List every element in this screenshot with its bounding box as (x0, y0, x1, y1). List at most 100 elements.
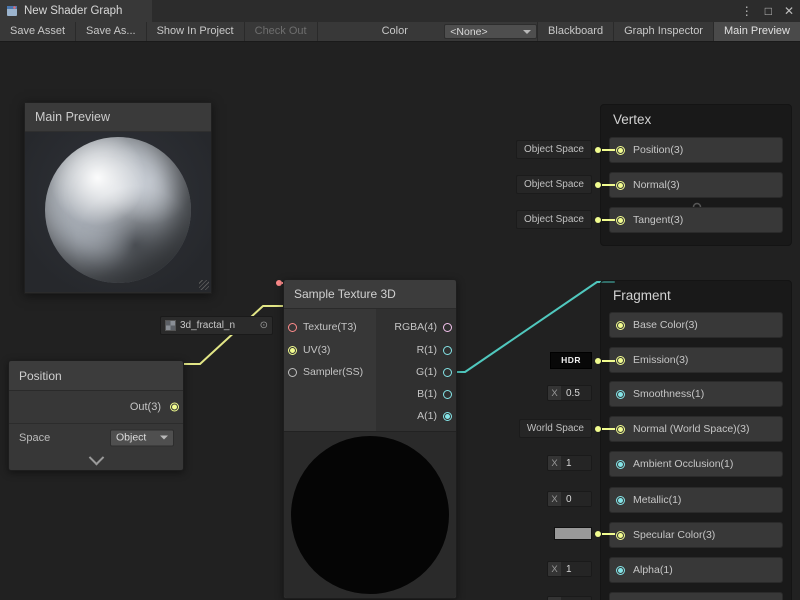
port-alpha[interactable] (616, 566, 625, 575)
vertex-block-normal[interactable]: Normal(3) (609, 172, 783, 198)
port-vertex-tangent[interactable] (616, 216, 625, 225)
port-r-output[interactable] (443, 346, 452, 355)
vertex-context-title: Vertex (613, 112, 651, 127)
port-sampler-input[interactable] (288, 368, 297, 377)
fragment-block-ambient-occlusion[interactable]: Ambient Occlusion(1) (609, 451, 783, 477)
check-out-button[interactable]: Check Out (245, 22, 318, 41)
resize-grip-icon[interactable] (199, 280, 209, 290)
port-position-out[interactable] (170, 403, 179, 412)
fragment-block-metallic[interactable]: Metallic(1) (609, 487, 783, 513)
vertex-block-position[interactable]: Position(3) (609, 137, 783, 163)
alpha-x-field[interactable]: X 1 (547, 561, 592, 577)
port-texture-input[interactable] (288, 323, 297, 332)
port-specular-color[interactable] (616, 531, 625, 540)
show-in-project-button[interactable]: Show In Project (147, 22, 245, 41)
metallic-value[interactable]: 0 (561, 492, 591, 506)
port-b-output[interactable] (443, 390, 452, 399)
ambient-occlusion-label: Ambient Occlusion(1) (633, 458, 733, 470)
sample-texture-3d-node[interactable]: Sample Texture 3D Texture(T3) UV(3) Samp… (283, 279, 457, 599)
save-asset-button[interactable]: Save Asset (0, 22, 76, 41)
fragment-block-normal-ws[interactable]: Normal (World Space)(3) (609, 416, 783, 442)
position-node[interactable]: Position Out(3) Space Object (8, 360, 184, 471)
title-bar: New Shader Graph ⋮ □ ✕ (0, 0, 800, 22)
shader-graph-window: New Shader Graph ⋮ □ ✕ Save Asset Save A… (0, 0, 800, 600)
port-a-output[interactable] (443, 412, 452, 421)
sample-texture-3d-title[interactable]: Sample Texture 3D (284, 280, 456, 309)
texture-object-field[interactable]: 3d_fractal_n ⊙ (160, 316, 273, 335)
port-rgba-output[interactable] (443, 323, 452, 332)
color-mode-dropdown[interactable]: <None> (444, 24, 537, 39)
x-component-label: X (548, 562, 561, 576)
emission-hdr-color-field[interactable]: HDR (550, 352, 592, 369)
fragment-block-base-color[interactable]: Base Color(3) (609, 312, 783, 338)
port-smoothness[interactable] (616, 390, 625, 399)
port-vertex-position[interactable] (616, 146, 625, 155)
fragment-block-specular-color[interactable]: Specular Color(3) (609, 522, 783, 548)
x-component-label: X (548, 492, 561, 506)
position-out-label: Out(3) (130, 401, 161, 413)
a-output-label: A(1) (417, 410, 437, 422)
main-preview-toggle-button[interactable]: Main Preview (713, 22, 800, 41)
save-as-button[interactable]: Save As... (76, 22, 147, 41)
port-g-output[interactable] (443, 368, 452, 377)
smoothness-value[interactable]: 0.5 (561, 386, 591, 400)
graph-canvas[interactable]: Main Preview Position Out(3) Space Objec… (0, 42, 800, 600)
main-preview-panel[interactable]: Main Preview (24, 102, 212, 294)
specular-color-label: Specular Color(3) (633, 529, 715, 541)
wire-position-out-to-uv[interactable] (173, 306, 291, 364)
fragment-block-alpha-clip[interactable]: Alpha Clip Threshold(1) (609, 592, 783, 600)
expand-preview-button[interactable] (9, 451, 183, 470)
window-menu-icon[interactable]: ⋮ (741, 4, 753, 18)
vertex-normal-space-dropdown[interactable]: Object Space (516, 175, 592, 194)
smoothness-x-field[interactable]: X 0.5 (547, 385, 592, 401)
alpha-label: Alpha(1) (633, 564, 673, 576)
metallic-x-field[interactable]: X 0 (547, 491, 592, 507)
metallic-label: Metallic(1) (633, 494, 681, 506)
fragment-context[interactable]: Fragment Base Color(3) Emission(3) Smoot… (600, 280, 792, 600)
specular-color-swatch[interactable] (554, 527, 592, 540)
space-dropdown[interactable]: Object (110, 429, 174, 446)
texture-field-connector-dot (276, 280, 282, 286)
vertex-position-space-dropdown[interactable]: Object Space (516, 140, 592, 159)
port-vertex-normal[interactable] (616, 181, 625, 190)
graph-inspector-toggle-button[interactable]: Graph Inspector (613, 22, 713, 41)
color-mode-label: Color Mode (374, 22, 445, 41)
shader-graph-icon (6, 5, 18, 17)
b-output-label: B(1) (417, 388, 437, 400)
fragment-context-title: Fragment (613, 288, 671, 303)
normal-space-dropdown[interactable]: World Space (519, 419, 592, 438)
vertex-context[interactable]: Vertex Position(3) Normal(3) Tangent(3) (600, 104, 792, 246)
fragment-block-alpha[interactable]: Alpha(1) (609, 557, 783, 583)
fragment-block-emission[interactable]: Emission(3) (609, 347, 783, 373)
port-metallic[interactable] (616, 496, 625, 505)
vertex-tangent-space-dropdown[interactable]: Object Space (516, 210, 592, 229)
emission-label: Emission(3) (633, 354, 688, 366)
toolbar: Save Asset Save As... Show In Project Ch… (0, 22, 800, 42)
smoothness-label: Smoothness(1) (633, 388, 704, 400)
alpha-value[interactable]: 1 (561, 562, 591, 576)
port-emission[interactable] (616, 356, 625, 365)
ambient-occlusion-x-field[interactable]: X 1 (547, 455, 592, 471)
sampler-input-label: Sampler(SS) (303, 366, 363, 378)
tab-title: New Shader Graph (24, 5, 122, 17)
object-picker-icon[interactable]: ⊙ (260, 321, 268, 331)
main-preview-viewport[interactable] (25, 132, 211, 292)
position-node-title[interactable]: Position (9, 361, 183, 391)
port-ambient-occlusion[interactable] (616, 460, 625, 469)
vertex-tangent-label: Tangent(3) (633, 214, 683, 226)
tab-new-shader-graph[interactable]: New Shader Graph (0, 0, 152, 22)
vertex-block-tangent[interactable]: Tangent(3) (609, 207, 783, 233)
port-normal-world-space[interactable] (616, 425, 625, 434)
vertex-normal-label: Normal(3) (633, 179, 680, 191)
alpha-clip-threshold-x-field[interactable]: X 0.5 (547, 596, 592, 600)
fragment-block-smoothness[interactable]: Smoothness(1) (609, 381, 783, 407)
port-base-color[interactable] (616, 321, 625, 330)
normal-ws-label: Normal (World Space)(3) (633, 423, 750, 435)
blackboard-toggle-button[interactable]: Blackboard (537, 22, 613, 41)
ambient-occlusion-value[interactable]: 1 (561, 456, 591, 470)
port-uv-input[interactable] (288, 346, 297, 355)
main-preview-title[interactable]: Main Preview (25, 103, 211, 132)
window-close-icon[interactable]: ✕ (784, 4, 794, 18)
window-maximize-icon[interactable]: □ (765, 4, 772, 18)
space-value: Object (116, 432, 156, 444)
